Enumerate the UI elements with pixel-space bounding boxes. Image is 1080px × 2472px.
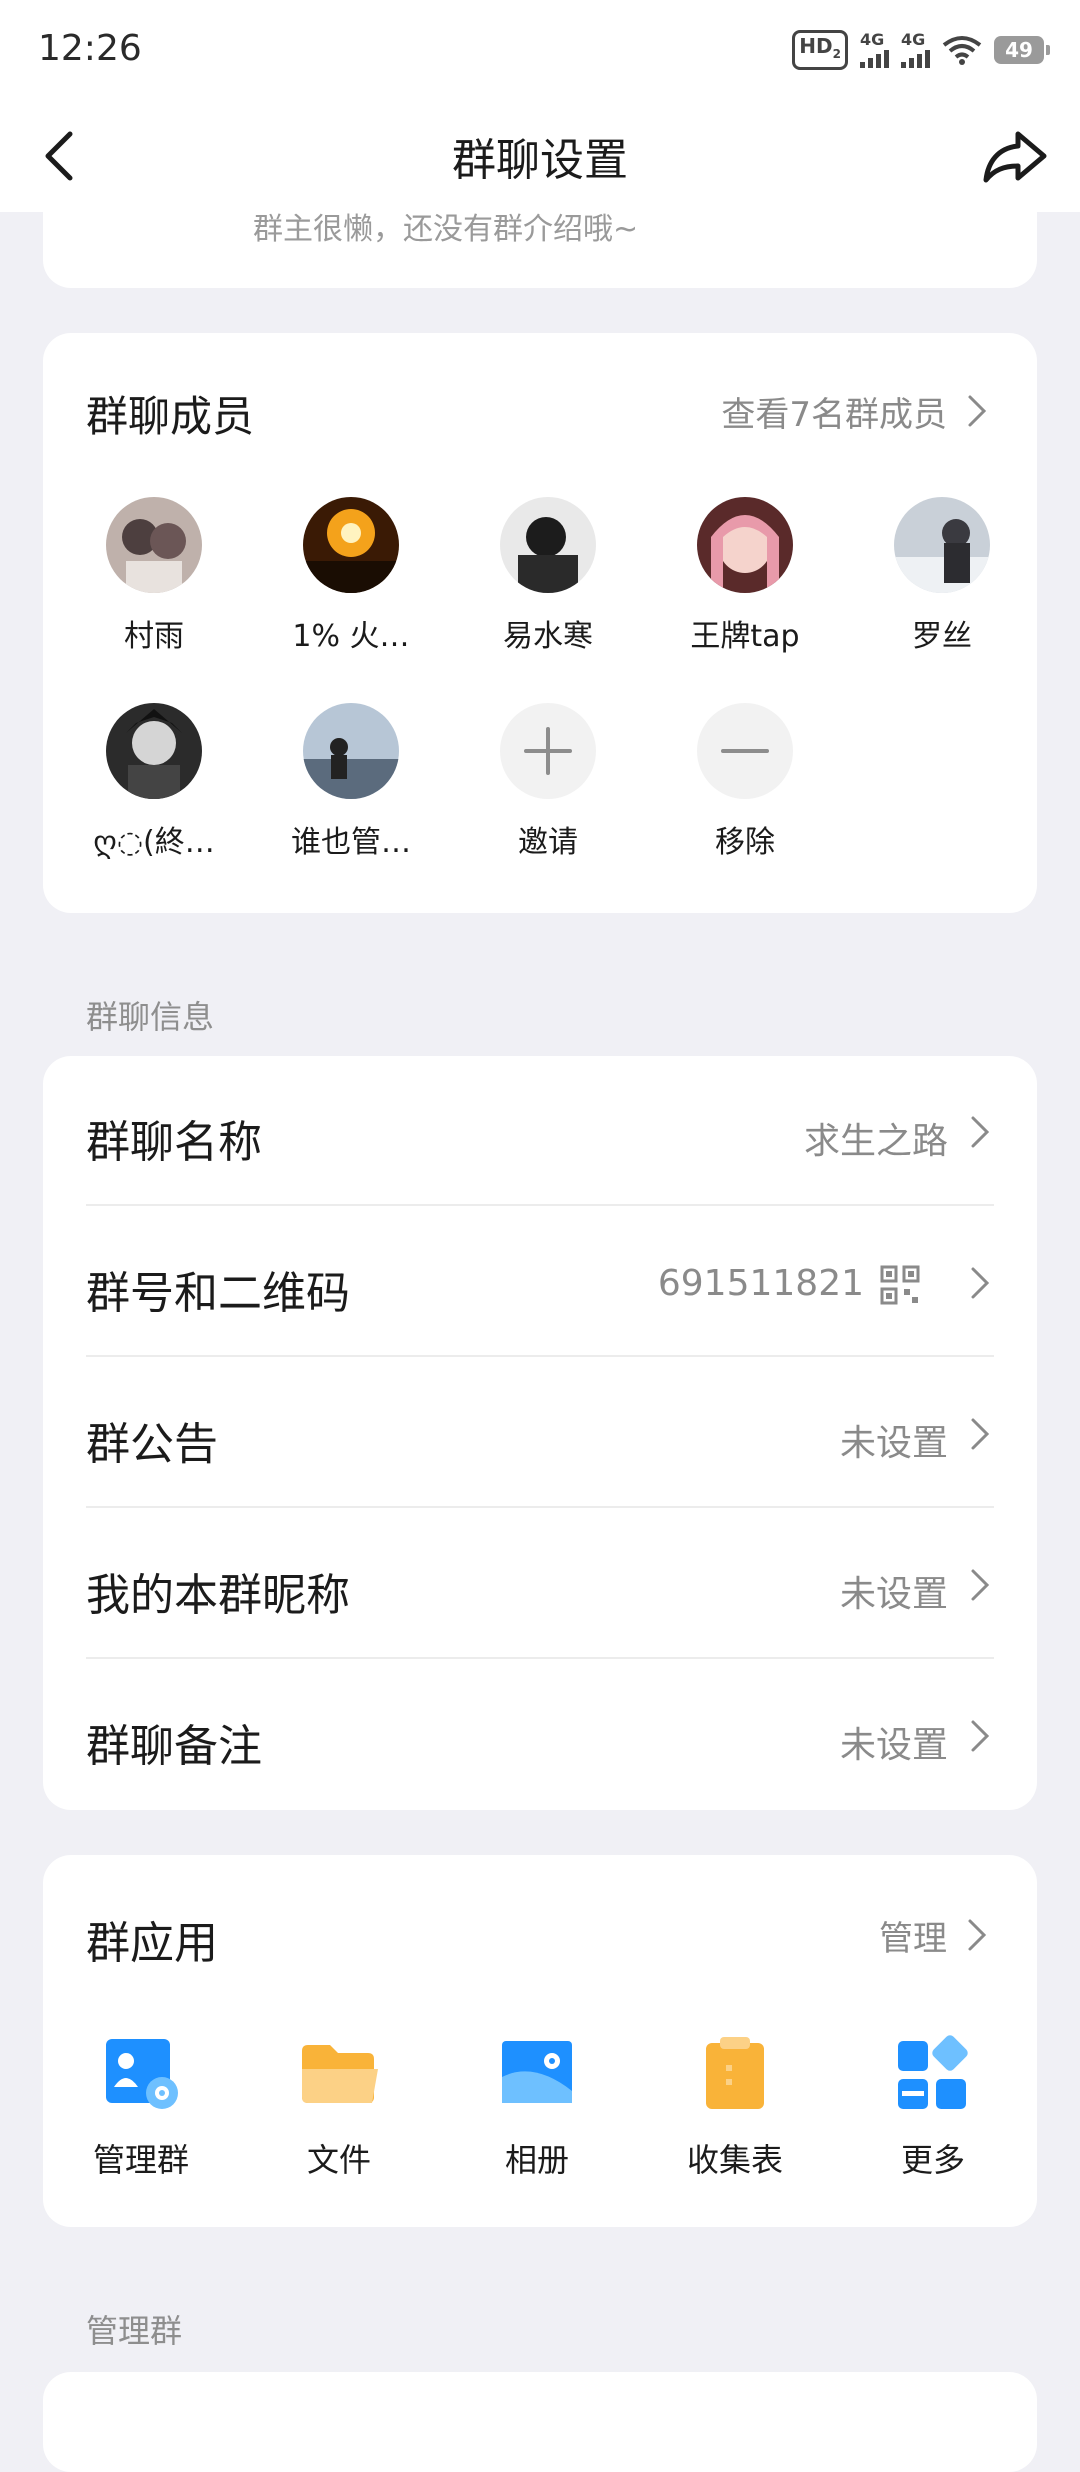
- member-item[interactable]: 易水寒: [463, 497, 633, 655]
- more-apps-icon: [898, 2035, 968, 2109]
- title-bar: 群聊设置: [0, 100, 1080, 212]
- divider: [86, 1355, 994, 1357]
- member-name: 村雨: [124, 619, 184, 654]
- member-name: 罗丝: [912, 619, 972, 654]
- chevron-right-icon: [971, 1569, 990, 1601]
- group-members-card: 群聊成员 查看7名群成员 村雨 1% 火… 易水寒 王牌tap 罗丝 ღ◌(終……: [43, 333, 1037, 913]
- member-avatar: [303, 703, 399, 799]
- row-label: 群聊名称: [86, 1117, 262, 1168]
- clipboard-icon: [706, 2037, 764, 2109]
- qr-code-icon: [880, 1265, 920, 1305]
- group-name-row[interactable]: 群聊名称 求生之路: [86, 1056, 994, 1206]
- remove-label: 移除: [715, 825, 775, 860]
- share-arrow-icon[interactable]: [980, 120, 1052, 192]
- remove-member-button[interactable]: 移除: [660, 703, 830, 861]
- wifi-icon: [942, 36, 982, 65]
- album-icon: [502, 2041, 572, 2103]
- chevron-right-icon: [971, 1267, 990, 1299]
- group-number-qr-row[interactable]: 群号和二维码 691511821: [86, 1207, 994, 1357]
- app-form[interactable]: 收集表: [650, 2031, 820, 2181]
- app-label: 收集表: [686, 2141, 783, 2179]
- app-label: 相册: [504, 2141, 569, 2179]
- member-name: 王牌tap: [690, 619, 800, 654]
- member-item[interactable]: ღ◌(終…: [69, 703, 239, 861]
- member-name: 易水寒: [503, 619, 593, 654]
- signal-2-icon: 4G: [901, 32, 930, 68]
- row-value: 未设置: [839, 1423, 948, 1464]
- member-item[interactable]: 王牌tap: [660, 497, 830, 655]
- member-item[interactable]: 1% 火…: [266, 497, 436, 655]
- member-avatar: [303, 497, 399, 593]
- member-avatar: [106, 703, 202, 799]
- page-title: 群聊设置: [452, 135, 628, 186]
- app-manage-group[interactable]: 管理群: [56, 2031, 226, 2181]
- app-album[interactable]: 相册: [452, 2031, 622, 2181]
- row-label: 群聊备注: [86, 1721, 262, 1772]
- manage-apps-link[interactable]: 管理: [879, 1911, 947, 1960]
- chevron-right-icon: [968, 395, 987, 427]
- plus-icon: [500, 703, 596, 799]
- status-icons: HD2 4G 4G 49: [792, 30, 1050, 70]
- row-value: 未设置: [839, 1725, 948, 1766]
- group-admin-icon: [106, 2039, 178, 2109]
- member-avatar: [894, 497, 990, 593]
- member-item[interactable]: 村雨: [69, 497, 239, 655]
- group-number: 691511821: [657, 1263, 864, 1304]
- member-avatar: [500, 497, 596, 593]
- member-name: ღ◌(終…: [93, 825, 215, 860]
- chevron-right-icon: [971, 1116, 990, 1148]
- group-notice-row[interactable]: 群公告 未设置: [86, 1358, 994, 1508]
- row-label: 我的本群昵称: [86, 1570, 350, 1621]
- app-label: 管理群: [92, 2141, 189, 2179]
- chevron-right-icon: [971, 1418, 990, 1450]
- members-label: 群聊成员: [86, 392, 255, 441]
- member-name: 谁也管…: [291, 825, 411, 860]
- hd-voice-icon: HD2: [792, 30, 848, 70]
- member-name: 1% 火…: [292, 619, 410, 654]
- invite-member-button[interactable]: 邀请: [463, 703, 633, 861]
- member-item[interactable]: 罗丝: [857, 497, 1027, 655]
- signal-1-icon: 4G: [860, 32, 889, 68]
- apps-label: 群应用: [86, 1918, 218, 1969]
- row-value: 求生之路: [803, 1121, 948, 1162]
- divider: [86, 1204, 994, 1206]
- apps-header[interactable]: 群应用 管理: [86, 1907, 997, 1969]
- invite-label: 邀请: [518, 825, 578, 860]
- app-label: 更多: [900, 2141, 965, 2179]
- member-avatar: [106, 497, 202, 593]
- group-remark-row[interactable]: 群聊备注 未设置: [86, 1660, 994, 1810]
- row-value: 未设置: [839, 1574, 948, 1615]
- group-apps-card: 群应用 管理 管理群 文件 相册 收集表 更多: [43, 1855, 1037, 2227]
- divider: [86, 1506, 994, 1508]
- row-label: 群公告: [86, 1419, 218, 1470]
- status-time: 12:26: [38, 28, 142, 69]
- minus-icon: [697, 703, 793, 799]
- view-all-members-link[interactable]: 查看7名群成员: [721, 387, 947, 436]
- manage-group-card[interactable]: [43, 2372, 1037, 2472]
- info-section-label: 群聊信息: [86, 998, 215, 1036]
- member-avatar: [697, 497, 793, 593]
- manage-section-label: 管理群: [86, 2312, 183, 2350]
- battery-icon: 49: [994, 36, 1050, 64]
- my-group-nickname-row[interactable]: 我的本群昵称 未设置: [86, 1509, 994, 1659]
- chevron-right-icon: [971, 1720, 990, 1752]
- members-header[interactable]: 群聊成员 查看7名群成员: [86, 383, 997, 443]
- row-label: 群号和二维码: [86, 1268, 350, 1319]
- status-bar: 12:26 HD2 4G 4G 49: [0, 0, 1080, 100]
- app-label: 文件: [306, 2141, 371, 2179]
- app-more[interactable]: 更多: [848, 2031, 1018, 2181]
- app-files[interactable]: 文件: [254, 2031, 424, 2181]
- group-info-card: 群聊名称 求生之路 群号和二维码 691511821 群公告 未设置 我的本群昵…: [43, 1056, 1037, 1810]
- folder-icon: [302, 2045, 378, 2103]
- member-item[interactable]: 谁也管…: [266, 703, 436, 861]
- divider: [86, 1657, 994, 1659]
- chevron-right-icon: [968, 1919, 987, 1951]
